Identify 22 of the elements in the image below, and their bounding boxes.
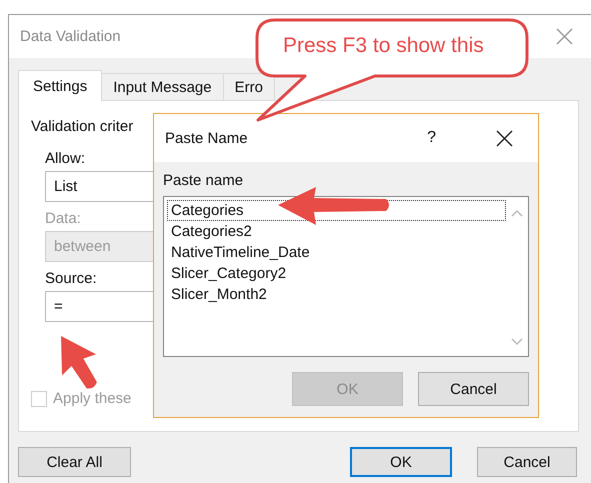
tab[interactable]: Settings xyxy=(18,70,102,101)
checkbox-label: Apply these xyxy=(53,390,132,407)
tab[interactable]: Erro xyxy=(222,73,275,100)
dialog-button[interactable]: OK xyxy=(350,447,452,477)
pointer-arrow xyxy=(61,336,97,388)
list-item[interactable]: Slicer_Category2 xyxy=(167,263,506,284)
field-label: Source: xyxy=(45,269,97,289)
dialog-button[interactable]: Cancel xyxy=(418,372,529,406)
dialog-button[interactable]: Clear All xyxy=(18,447,131,477)
dialog-button[interactable]: Cancel xyxy=(477,447,577,477)
scroll-up-icon[interactable] xyxy=(511,209,523,217)
group-label: Validation criter xyxy=(31,118,134,137)
dialog-title: Paste Name xyxy=(165,130,249,146)
scroll-down-icon[interactable] xyxy=(511,338,523,346)
list-label: Paste name xyxy=(163,172,244,191)
list-item[interactable]: Slicer_Month2 xyxy=(167,284,506,305)
field-label: Allow: xyxy=(45,149,86,169)
callout-text: Press F3 to show this xyxy=(283,34,484,58)
field-label: Data: xyxy=(45,209,81,229)
help-button[interactable]: ? xyxy=(427,129,436,147)
window-title: Data Validation xyxy=(20,28,121,45)
close-icon[interactable] xyxy=(496,130,513,146)
